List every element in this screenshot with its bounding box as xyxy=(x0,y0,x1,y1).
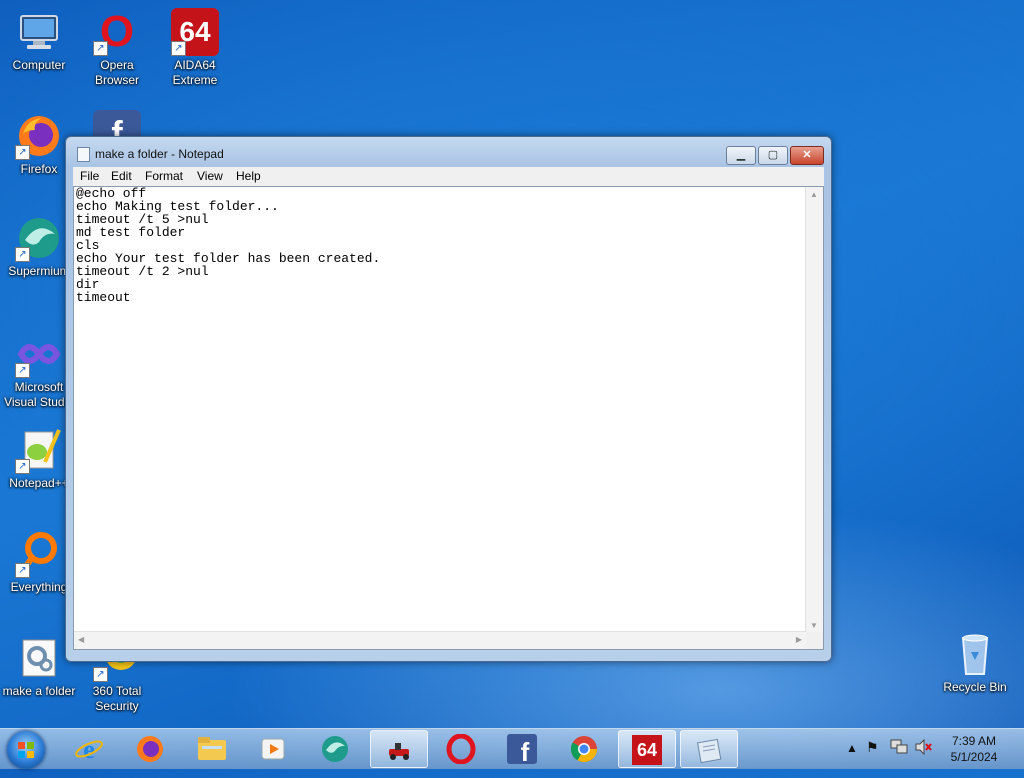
desktop-icon-label: Microsoft Visual Studio xyxy=(4,380,74,409)
taskbar-opera[interactable] xyxy=(432,730,490,768)
visual-studio-icon: ↗ xyxy=(15,330,63,378)
computer-icon xyxy=(15,8,63,56)
window-title: make a folder - Notepad xyxy=(95,147,224,161)
batch-file-gear-icon xyxy=(15,634,63,682)
text-editor[interactable]: @echo off echo Making test folder... tim… xyxy=(73,186,824,650)
desktop-icon-recycle-bin[interactable]: Recycle Bin xyxy=(936,630,1014,695)
desktop-icon-label: Notepad++ xyxy=(9,476,69,490)
race-car-icon xyxy=(389,743,409,760)
clock-time: 7:39 AM xyxy=(951,734,997,748)
windows-logo-icon xyxy=(18,742,34,758)
chrome-icon xyxy=(570,736,598,763)
facebook-icon: f xyxy=(507,734,537,767)
network-icon[interactable] xyxy=(890,739,908,758)
taskbar-internet-explorer[interactable]: e xyxy=(60,730,118,768)
desktop-icon-aida64[interactable]: 64 ↗ AIDA64 Extreme xyxy=(156,8,234,88)
action-center-flag-icon[interactable]: ⚑ xyxy=(866,739,879,756)
notepad-icon xyxy=(697,738,722,764)
shortcut-arrow-icon: ↗ xyxy=(15,563,30,578)
desktop-icon-label: Computer xyxy=(12,58,66,72)
notepadpp-icon: ↗ xyxy=(15,426,63,474)
svg-text:e: e xyxy=(83,735,95,764)
size-grip[interactable] xyxy=(806,632,823,649)
menu-view[interactable]: View xyxy=(197,169,223,183)
maximize-icon: ▢ xyxy=(767,149,779,161)
clock-date: 5/1/2024 xyxy=(950,750,998,764)
taskbar: e f 64 ▲ ⚑ 7:39 AM 5/1/2024 xyxy=(0,728,1024,769)
minimize-icon: ▁ xyxy=(736,149,746,161)
system-clock[interactable]: 7:39 AM 5/1/2024 xyxy=(940,733,1008,765)
notepad-icon xyxy=(77,147,90,162)
svg-text:f: f xyxy=(521,737,530,765)
supermium-icon xyxy=(322,736,348,762)
desktop-icon-label: 360 Total Security xyxy=(92,684,142,713)
taskbar-supermium[interactable] xyxy=(306,730,364,768)
close-button[interactable]: ✕ xyxy=(790,146,824,165)
scroll-right-icon[interactable]: ▶ xyxy=(796,635,802,644)
media-player-icon xyxy=(261,738,285,760)
internet-explorer-icon: e xyxy=(75,735,103,764)
supermium-icon: ↗ xyxy=(15,214,63,262)
shortcut-arrow-icon: ↗ xyxy=(15,459,30,474)
shortcut-arrow-icon: ↗ xyxy=(93,667,108,682)
taskbar-chrome[interactable] xyxy=(555,730,613,768)
desktop-icon-label: Everything xyxy=(10,580,68,594)
notepad-window[interactable]: make a folder - Notepad ▁ ▢ ✕ File Edit … xyxy=(65,136,832,662)
minimize-button[interactable]: ▁ xyxy=(726,146,756,165)
shortcut-arrow-icon: ↗ xyxy=(15,145,30,160)
shortcut-arrow-icon: ↗ xyxy=(93,41,108,56)
shortcut-arrow-icon: ↗ xyxy=(15,247,30,262)
desktop-icon-label: AIDA64 Extreme xyxy=(172,58,218,87)
recycle-bin-icon xyxy=(951,630,999,678)
opera-icon: O ↗ xyxy=(93,8,141,56)
taskbar-windows-explorer[interactable] xyxy=(183,730,241,768)
aida64-icon: 64 xyxy=(632,735,662,765)
opera-icon xyxy=(446,733,476,765)
taskbar-media-player[interactable] xyxy=(244,730,302,768)
desktop-icon-label: Opera Browser xyxy=(94,58,139,87)
desktop-icon-label: Supermium xyxy=(8,264,70,278)
menu-bar: File Edit Format View Help xyxy=(73,167,824,186)
firefox-icon: ↗ xyxy=(15,112,63,160)
menu-file[interactable]: File xyxy=(80,169,99,183)
aida64-icon: 64 ↗ xyxy=(171,8,219,56)
editor-text[interactable]: @echo off echo Making test folder... tim… xyxy=(76,187,380,304)
shortcut-arrow-icon: ↗ xyxy=(15,363,30,378)
menu-edit[interactable]: Edit xyxy=(111,169,132,183)
taskbar-aida64[interactable]: 64 xyxy=(618,730,676,768)
desktop-icon-label: Firefox xyxy=(20,162,58,176)
maximize-button[interactable]: ▢ xyxy=(758,146,788,165)
desktop-icon-opera[interactable]: O ↗ Opera Browser xyxy=(78,8,156,88)
firefox-icon xyxy=(137,736,163,762)
menu-help[interactable]: Help xyxy=(236,169,261,183)
volume-muted-icon[interactable] xyxy=(914,738,932,758)
menu-format[interactable]: Format xyxy=(145,169,183,183)
scroll-left-icon[interactable]: ◀ xyxy=(78,635,84,644)
vertical-scrollbar[interactable]: ▲ ▼ xyxy=(805,187,823,633)
scroll-up-icon[interactable]: ▲ xyxy=(810,190,818,199)
title-bar[interactable]: make a folder - Notepad ▁ ▢ ✕ xyxy=(66,137,831,169)
shortcut-arrow-icon: ↗ xyxy=(171,41,186,56)
desktop-icon-label: Recycle Bin xyxy=(943,680,1007,694)
folder-icon xyxy=(198,737,226,760)
everything-icon: ↗ xyxy=(15,530,63,578)
taskbar-game[interactable] xyxy=(370,730,428,768)
close-icon: ✕ xyxy=(802,149,812,161)
taskbar-firefox[interactable] xyxy=(121,730,179,768)
desktop-icon-label: make a folder xyxy=(2,684,76,698)
desktop-icon-computer[interactable]: Computer xyxy=(0,8,78,73)
taskbar-notepad[interactable] xyxy=(680,730,738,768)
horizontal-scrollbar[interactable]: ◀ ▶ xyxy=(74,631,806,649)
taskbar-facebook[interactable]: f xyxy=(493,730,551,768)
start-button[interactable] xyxy=(7,731,45,769)
show-hidden-icons-icon[interactable]: ▲ xyxy=(846,741,858,755)
scroll-down-icon[interactable]: ▼ xyxy=(810,621,818,630)
